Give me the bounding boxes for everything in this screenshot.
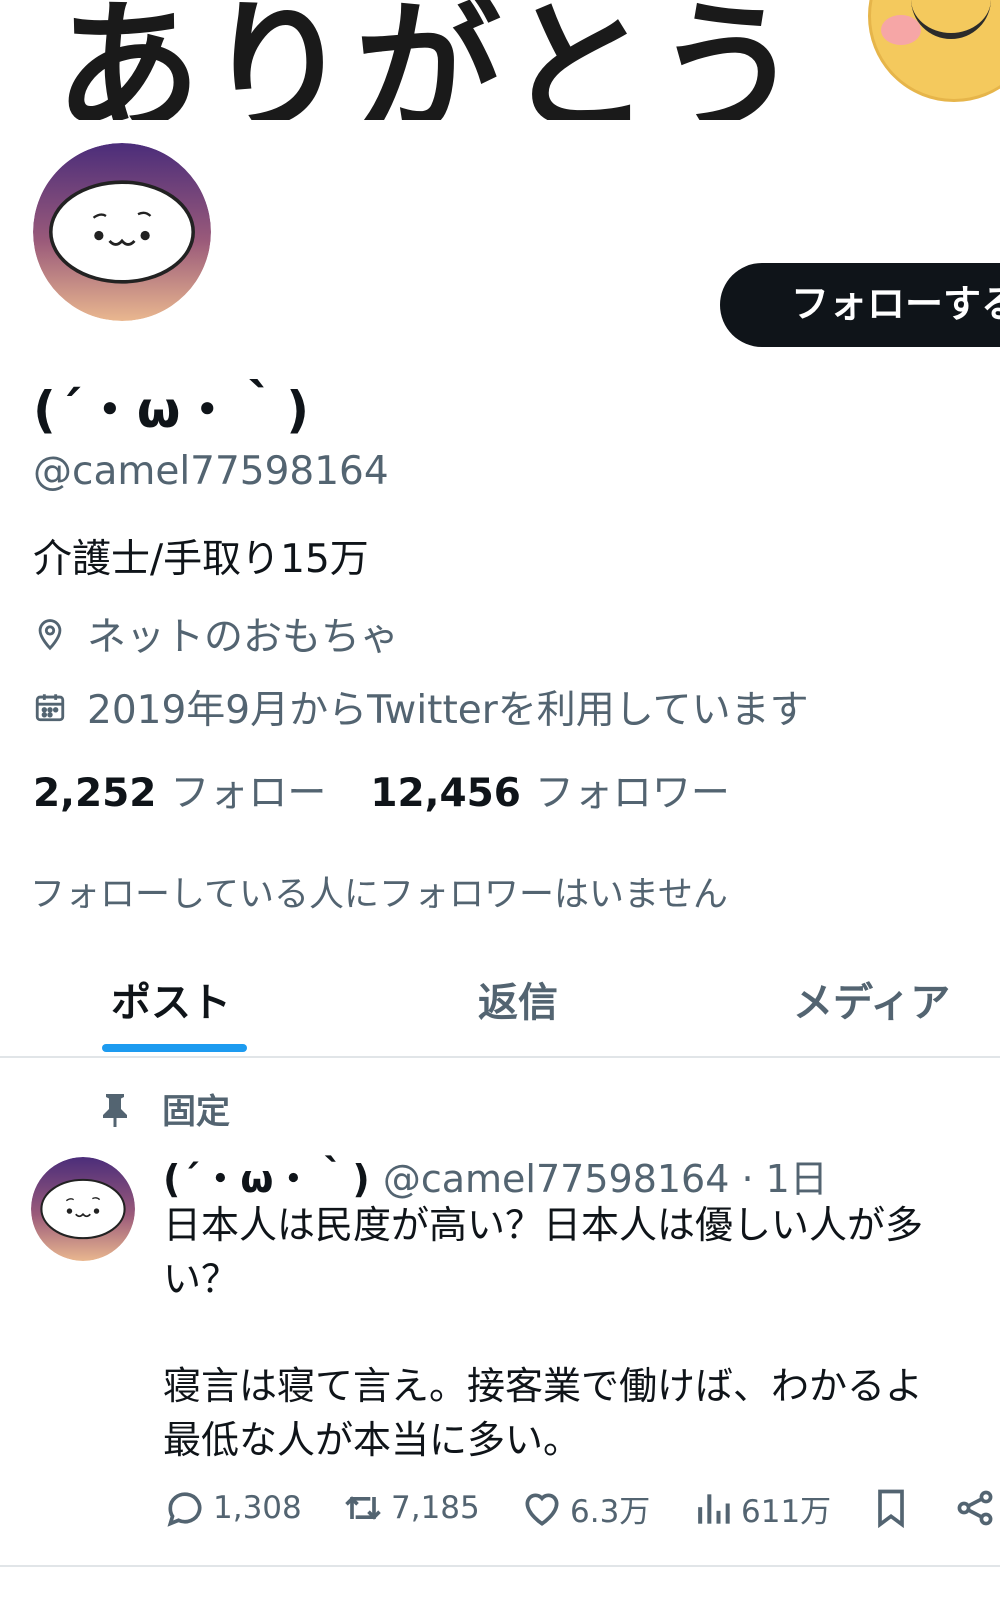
pinned-label: 固定	[100, 1084, 230, 1133]
following-label: フォロー	[170, 771, 327, 816]
reply-icon	[167, 1492, 202, 1527]
follow-button[interactable]: フォローする	[720, 263, 1000, 347]
tab-replies[interactable]: 返信	[478, 970, 558, 1028]
location-text: ネットのおもちゃ	[87, 615, 400, 660]
like-button[interactable]: 6.3万	[520, 1486, 650, 1531]
post-text-line: い？	[163, 1257, 240, 1301]
post-text-paragraph-2: 寝言は寝て言え。接客業で働けば、わかるよ 最低な人が本当に多い。	[163, 1359, 1000, 1467]
profile-tabs: ポスト 返信 メディア	[0, 960, 1000, 1058]
share-icon	[957, 1490, 993, 1526]
post-author-name[interactable]: (´・ω・｀)	[163, 1157, 371, 1201]
repost-button[interactable]: 7,185	[341, 1486, 480, 1530]
heart-icon	[525, 1492, 559, 1526]
mutual-followers-note: フォローしている人にフォロワーはいません	[30, 875, 728, 915]
reply-count: 1,308	[213, 1490, 302, 1526]
post-text-paragraph-1: 日本人は民度が高い？日本人は優しい人が多 い？	[163, 1198, 1000, 1306]
smiley-emoji-icon	[868, 0, 1000, 102]
following-link[interactable]: 2,252 フォロー	[33, 762, 326, 818]
tab-posts[interactable]: ポスト	[111, 970, 231, 1028]
post-author-avatar[interactable]	[31, 1157, 135, 1261]
profile-joined: 2019年9月からTwitterを利用しています	[33, 679, 809, 735]
repost-icon	[345, 1496, 381, 1520]
post-text-line: 最低な人が本当に多い。	[163, 1418, 582, 1462]
active-tab-indicator	[102, 1044, 247, 1052]
post-header: (´・ω・｀) @camel77598164 · 1日	[163, 1148, 828, 1203]
views-button[interactable]: 611万	[691, 1486, 831, 1531]
pinned-text: 固定	[162, 1092, 230, 1132]
following-count: 2,252	[33, 771, 157, 816]
post-actions: 1,308 7,185 6.3万 611万	[163, 1486, 1000, 1542]
post-text-line: 日本人は民度が高い？日本人は優しい人が多	[163, 1203, 924, 1247]
location-pin-icon	[38, 619, 62, 651]
banner-text: ありがとう	[55, 0, 805, 120]
followers-label: フォロワー	[534, 771, 730, 816]
views-icon	[698, 1493, 730, 1524]
tab-media[interactable]: メディア	[793, 970, 950, 1028]
joined-text: 2019年9月からTwitterを利用しています	[87, 688, 809, 733]
profile-location: ネットのおもちゃ	[33, 606, 399, 662]
repost-count: 7,185	[391, 1490, 480, 1526]
profile-handle: @camel77598164	[33, 449, 389, 494]
like-count: 6.3万	[570, 1494, 651, 1530]
follow-stats: 2,252 フォロー 12,456 フォロワー	[33, 762, 730, 818]
post-text-line: 寝言は寝て言え。接客業で働けば、わかるよ	[163, 1364, 924, 1408]
profile-avatar[interactable]	[33, 143, 211, 321]
profile-bio: 介護士/手取り15万	[33, 537, 369, 582]
followers-link[interactable]: 12,456 フォロワー	[370, 762, 730, 818]
display-name: (´・ω・｀)	[33, 381, 312, 439]
followers-count: 12,456	[370, 771, 521, 816]
post-author-meta[interactable]: @camel77598164 · 1日	[383, 1157, 828, 1201]
reply-button[interactable]: 1,308	[163, 1486, 302, 1530]
share-button[interactable]	[953, 1486, 1000, 1530]
calendar-icon	[35, 694, 65, 722]
post-divider	[0, 1565, 1000, 1567]
view-count: 611万	[741, 1494, 832, 1530]
bookmark-button[interactable]	[869, 1486, 919, 1530]
profile-banner[interactable]: ありがとう	[0, 0, 1000, 120]
bookmark-icon	[878, 1489, 904, 1529]
pin-icon	[103, 1093, 127, 1127]
